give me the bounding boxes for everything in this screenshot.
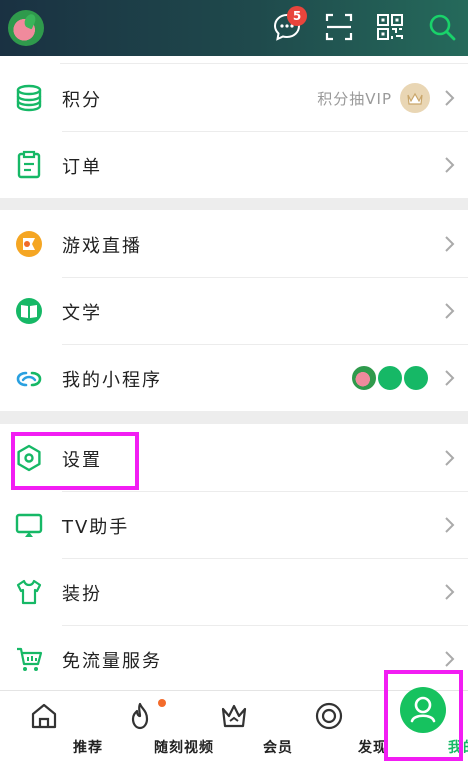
chevron-right-icon: [445, 90, 455, 106]
menu-item-points[interactable]: 积分 积分抽VIP: [0, 64, 468, 131]
chevron-right-icon: [445, 450, 455, 466]
menu-item-label: 我的小程序: [62, 370, 162, 391]
database-icon: [16, 84, 42, 112]
menu-item-orders[interactable]: 订单: [0, 131, 468, 198]
game-live-icon: [16, 231, 42, 257]
tshirt-icon: [16, 579, 42, 605]
menu-item-dress-up[interactable]: 装扮: [0, 558, 468, 625]
notification-dot: [158, 699, 166, 707]
menu-item-mini-programs[interactable]: 我的小程序: [0, 344, 468, 411]
flame-icon: [131, 702, 149, 730]
chevron-right-icon: [445, 303, 455, 319]
points-promo-text[interactable]: 积分抽VIP: [317, 88, 392, 109]
menu-item-label: 免流量服务: [62, 651, 162, 672]
section-edge: [0, 56, 468, 64]
mini-app-icons: [350, 364, 430, 392]
chevron-right-icon: [445, 517, 455, 533]
chevron-right-icon: [445, 157, 455, 173]
chevron-right-icon: [445, 651, 455, 667]
person-icon: [400, 687, 446, 733]
menu-item-literature[interactable]: 文学: [0, 277, 468, 344]
video-app-icon: [402, 364, 430, 392]
menu-item-tv-assistant[interactable]: TV助手: [0, 491, 468, 558]
section-content: 游戏直播 文学 我的小程序: [0, 210, 468, 411]
crown-icon: [221, 704, 247, 728]
nav-me[interactable]: 我的: [383, 687, 468, 765]
message-badge: 5: [287, 6, 307, 26]
nav-discover[interactable]: 发现: [285, 691, 387, 765]
menu-item-game-live[interactable]: 游戏直播: [0, 210, 468, 277]
clipboard-icon: [17, 150, 41, 179]
section-points-orders: 积分 积分抽VIP 订单: [0, 64, 468, 198]
book-app-icon: [376, 364, 404, 392]
bottom-nav: 推荐 随刻视频 会员 发现 我的: [0, 687, 468, 765]
search-icon[interactable]: [427, 12, 457, 42]
discover-icon: [315, 702, 343, 730]
menu-item-label: 游戏直播: [62, 236, 142, 257]
menu-item-settings[interactable]: 设置: [0, 424, 468, 491]
link-icon: [16, 371, 42, 387]
menu-item-label: 文学: [62, 303, 102, 324]
menu-item-label: TV助手: [62, 517, 130, 538]
nav-vip[interactable]: 会员: [190, 691, 292, 765]
nav-label: 我的: [448, 740, 468, 756]
section-settings: 设置 TV助手 装扮 免流量服务: [0, 424, 468, 692]
top-header: 5: [0, 0, 468, 56]
chevron-right-icon: [445, 370, 455, 386]
menu-item-label: 装扮: [62, 584, 102, 605]
menu-item-label: 积分: [62, 90, 102, 111]
nav-recommend[interactable]: 推荐: [0, 691, 102, 765]
chevron-right-icon: [445, 584, 455, 600]
menu-item-free-data-service[interactable]: 免流量服务: [0, 625, 468, 692]
crown-badge-icon: [400, 83, 430, 113]
cart-icon: [17, 647, 43, 671]
scan-icon[interactable]: [324, 12, 354, 42]
chevron-right-icon: [445, 236, 455, 252]
book-icon: [16, 298, 42, 324]
home-icon: [31, 703, 57, 729]
nav-video[interactable]: 随刻视频: [96, 691, 213, 765]
qrcode-icon[interactable]: [375, 12, 405, 42]
avatar[interactable]: [8, 10, 44, 46]
menu-item-label: 订单: [62, 157, 102, 178]
menu-item-label: 设置: [62, 450, 102, 471]
tv-icon: [15, 513, 43, 537]
melon-app-icon: [350, 364, 378, 392]
hexagon-settings-icon: [17, 444, 41, 472]
